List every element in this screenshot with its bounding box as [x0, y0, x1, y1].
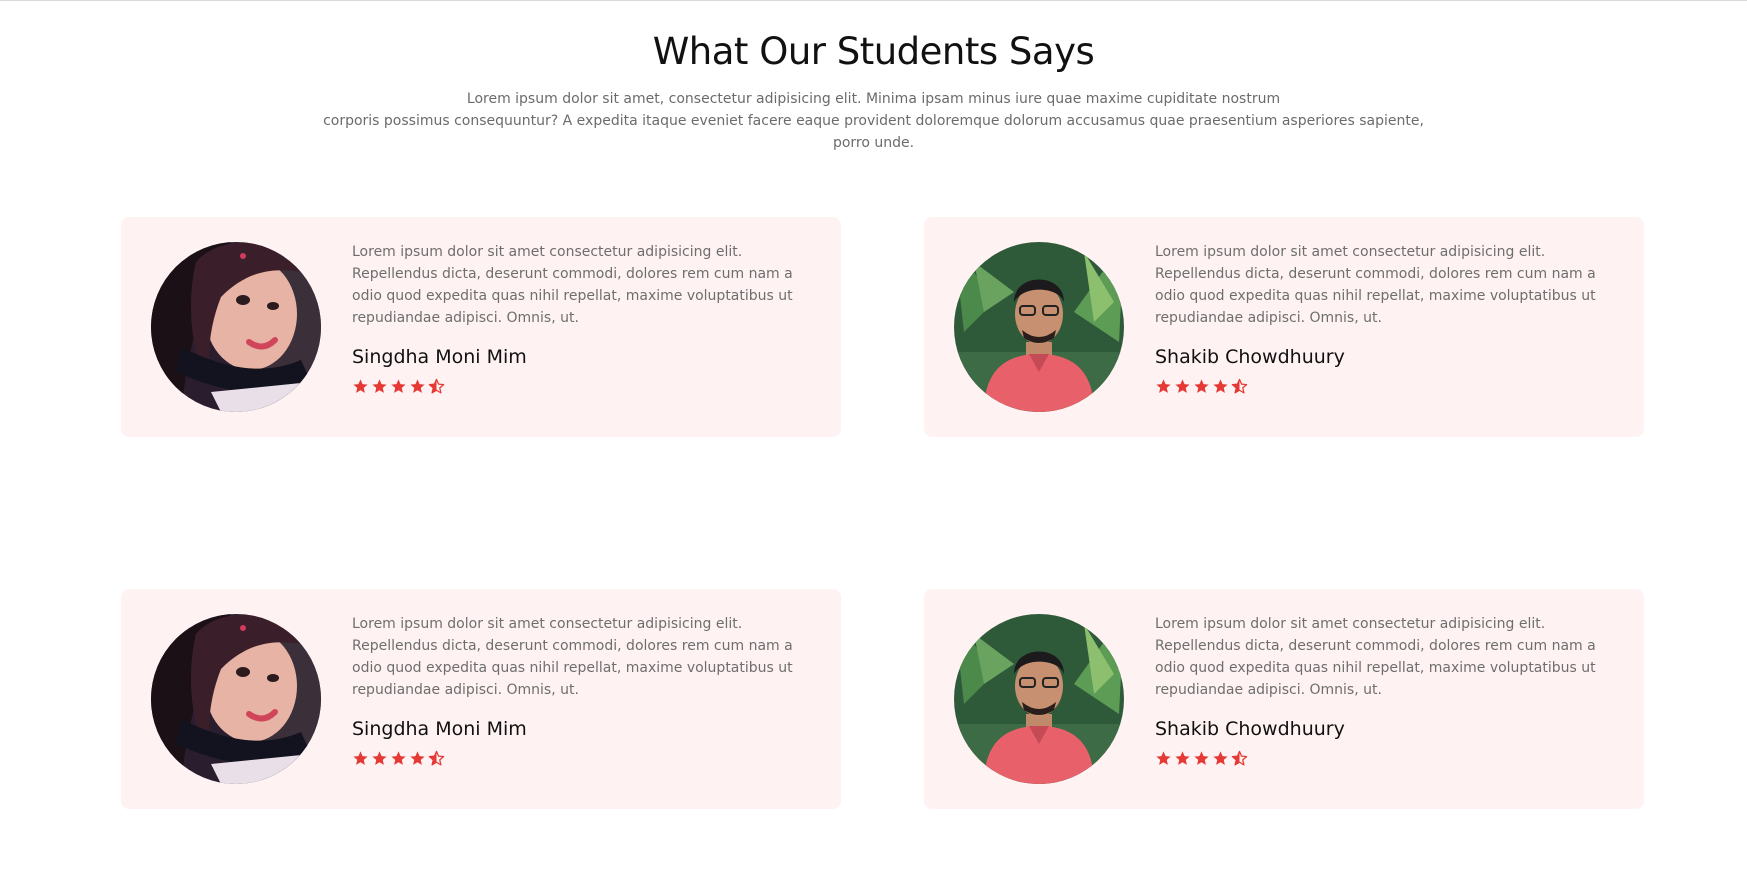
testimonial-card: Lorem ipsum dolor sit amet consectetur a… [121, 217, 841, 437]
male-student-photo-icon [954, 242, 1124, 412]
star-half-icon [1231, 750, 1248, 767]
star-full-icon [1155, 750, 1172, 767]
star-full-icon [1193, 378, 1210, 395]
testimonial-quote: Lorem ipsum dolor sit amet consectetur a… [1155, 616, 1596, 698]
star-rating [352, 750, 814, 767]
star-full-icon [390, 378, 407, 395]
star-full-icon [1212, 750, 1229, 767]
star-full-icon [390, 750, 407, 767]
star-rating [352, 378, 814, 395]
female-student-photo-icon [151, 242, 321, 412]
subtitle-line-2: corporis possimus consequuntur? A expedi… [323, 113, 1424, 151]
page-subtitle: Lorem ipsum dolor sit amet, consectetur … [314, 88, 1434, 154]
star-full-icon [1174, 378, 1191, 395]
star-full-icon [1193, 750, 1210, 767]
star-half-icon [428, 378, 445, 395]
star-half-icon [1231, 378, 1248, 395]
student-avatar [954, 614, 1124, 784]
student-avatar [151, 614, 321, 784]
star-full-icon [1155, 378, 1172, 395]
star-full-icon [1174, 750, 1191, 767]
star-full-icon [1212, 378, 1229, 395]
student-name: Singdha Moni Mim [352, 718, 527, 740]
star-full-icon [352, 750, 369, 767]
testimonial-card: Lorem ipsum dolor sit amet consectetur a… [121, 589, 841, 809]
testimonial-quote: Lorem ipsum dolor sit amet consectetur a… [1155, 244, 1596, 326]
star-rating [1155, 750, 1617, 767]
male-student-photo-icon [954, 614, 1124, 784]
student-name: Shakib Chowdhuury [1155, 718, 1345, 740]
star-rating [1155, 378, 1617, 395]
testimonial-quote: Lorem ipsum dolor sit amet consectetur a… [352, 616, 793, 698]
top-divider [0, 0, 1747, 1]
star-full-icon [409, 750, 426, 767]
student-name: Singdha Moni Mim [352, 346, 527, 368]
star-full-icon [371, 378, 388, 395]
testimonial-card: Lorem ipsum dolor sit amet consectetur a… [924, 217, 1644, 437]
page-title: What Our Students Says [652, 30, 1095, 73]
female-student-photo-icon [151, 614, 321, 784]
student-avatar [954, 242, 1124, 412]
student-name: Shakib Chowdhuury [1155, 346, 1345, 368]
star-half-icon [428, 750, 445, 767]
star-full-icon [352, 378, 369, 395]
star-full-icon [409, 378, 426, 395]
testimonial-quote: Lorem ipsum dolor sit amet consectetur a… [352, 244, 793, 326]
testimonial-card: Lorem ipsum dolor sit amet consectetur a… [924, 589, 1644, 809]
section-header: What Our Students Says Lorem ipsum dolor… [0, 30, 1747, 154]
star-full-icon [371, 750, 388, 767]
subtitle-line-1: Lorem ipsum dolor sit amet, consectetur … [466, 91, 1281, 107]
student-avatar [151, 242, 321, 412]
